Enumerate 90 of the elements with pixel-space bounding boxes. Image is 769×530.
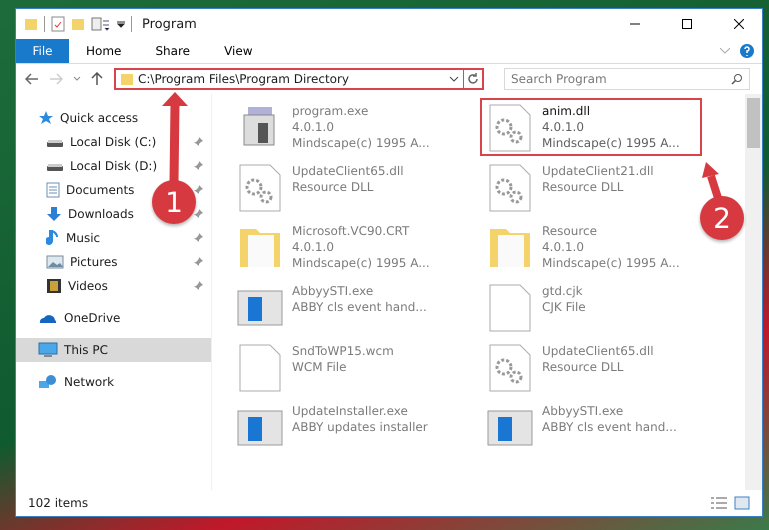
file-detail: Mindscape(c) 1995 A... <box>542 135 680 151</box>
file-name: Resource <box>542 223 598 239</box>
item-count: 102 items <box>28 496 90 510</box>
file-detail: Mindscape(c) 1995 A... <box>292 255 430 271</box>
nav-item[interactable]: Local Disk (D:) <box>16 154 162 178</box>
music-note-icon <box>46 230 60 246</box>
file-name: UpdateInstaller.exe <box>292 403 409 419</box>
file-name: AbbyySTI.exe <box>542 403 624 419</box>
maximize-icon[interactable] <box>682 19 692 29</box>
file-tab[interactable]: File <box>16 39 69 63</box>
nav-item[interactable]: Local Disk (C:) <box>16 130 160 154</box>
ribbon-tab[interactable]: Share <box>138 39 208 63</box>
up-arrow-icon[interactable] <box>91 72 103 86</box>
file-name: Microsoft.VC90.CRT <box>292 223 410 239</box>
file-detail: Resource DLL <box>542 179 624 195</box>
file-detail: 4.0.1.0 <box>542 119 585 135</box>
file-name: UpdateClient65.dll <box>542 343 654 359</box>
file-tile[interactable]: program.exe 4.0.1.0 Mindscape(c) 1995 A... <box>230 98 452 156</box>
file-tile[interactable]: UpdateClient21.dll Resource DLL <box>480 158 702 216</box>
help-icon[interactable] <box>740 44 754 58</box>
pointer-arrow <box>702 162 722 200</box>
file-detail: ABBY updates installer <box>292 419 428 435</box>
file-name: UpdateClient21.dll <box>542 163 654 179</box>
pin-icon[interactable] <box>193 161 203 171</box>
picture-icon <box>46 255 64 269</box>
file-name: gtd.cjk <box>542 283 584 299</box>
file-tile[interactable]: AbbyySTI.exe ABBY cls event hand... <box>480 398 702 456</box>
file-tile[interactable]: SndToWP15.wcm WCM File <box>230 338 452 396</box>
file-name: AbbyySTI.exe <box>292 283 374 299</box>
file-detail: 4.0.1.0 <box>292 119 335 135</box>
folder-icon <box>120 72 134 86</box>
file-detail: 4.0.1.0 <box>292 239 335 255</box>
nav-item[interactable]: This PC <box>16 338 211 362</box>
pin-icon[interactable] <box>193 185 203 195</box>
file-detail: Mindscape(c) 1995 A... <box>542 255 680 271</box>
nav-item[interactable]: Network <box>16 370 118 394</box>
nav-item[interactable]: Music <box>16 226 104 250</box>
star-icon <box>38 110 54 126</box>
nav-item[interactable]: Documents <box>16 178 138 202</box>
nav-item[interactable]: Pictures <box>16 250 122 274</box>
pin-icon[interactable] <box>193 209 203 219</box>
file-tile[interactable]: Resource 4.0.1.0 Mindscape(c) 1995 A... <box>480 218 702 276</box>
file-detail: 4.0.1.0 <box>542 239 585 255</box>
file-tile[interactable]: Microsoft.VC90.CRT 4.0.1.0 Mindscape(c) 1995 A... <box>230 218 452 276</box>
nav-item[interactable]: Downloads <box>16 202 138 226</box>
file-detail: Resource DLL <box>292 179 374 195</box>
file-tile[interactable]: UpdateInstaller.exe ABBY updates installer <box>230 398 452 456</box>
file-tile[interactable]: UpdateClient65.dll Resource DLL <box>480 338 702 396</box>
monitor-icon <box>38 342 58 358</box>
dropdown-icon[interactable] <box>117 20 125 28</box>
address-bar[interactable]: C:\Program Files\Program Directory <box>114 68 484 90</box>
file-tile[interactable]: gtd.cjk CJK File <box>480 278 702 336</box>
nav-item[interactable]: OneDrive <box>16 306 124 330</box>
back-arrow-icon[interactable] <box>25 73 39 85</box>
window-title: Program <box>142 16 198 32</box>
search-icon[interactable] <box>731 73 743 85</box>
file-detail: ABBY cls event hand... <box>292 299 427 315</box>
file-name: SndToWP15.wcm <box>292 343 394 359</box>
file-tile[interactable]: UpdateClient65.dll Resource DLL <box>230 158 452 216</box>
view-options-icon[interactable] <box>91 17 111 31</box>
file-tile[interactable]: AbbyySTI.exe ABBY cls event hand... <box>230 278 452 336</box>
details-view-icon[interactable] <box>710 496 728 510</box>
file-detail: CJK File <box>542 299 586 315</box>
large-icons-view-icon[interactable] <box>734 496 750 510</box>
document-icon <box>46 182 60 198</box>
file-tile[interactable]: anim.dll 4.0.1.0 Mindscape(c) 1995 A... <box>480 98 702 156</box>
search-field[interactable]: Search Program <box>504 68 750 90</box>
close-icon[interactable] <box>734 19 744 29</box>
file-detail: Mindscape(c) 1995 A... <box>292 135 430 151</box>
file-name: program.exe <box>292 103 370 119</box>
ribbon-tab[interactable]: Home <box>69 39 138 63</box>
file-name: anim.dll <box>542 103 592 119</box>
nav-item[interactable]: Videos <box>16 274 112 298</box>
file-detail: Resource DLL <box>542 359 624 375</box>
pin-icon[interactable] <box>193 281 203 291</box>
nav-item[interactable]: Quick access <box>16 106 142 130</box>
properties-icon[interactable] <box>51 16 65 32</box>
folder-icon <box>24 17 38 31</box>
file-name: UpdateClient65.dll <box>292 163 404 179</box>
scrollbar[interactable] <box>745 94 762 490</box>
caret-icon[interactable] <box>449 76 459 82</box>
film-icon <box>46 278 62 294</box>
pin-icon[interactable] <box>193 233 203 243</box>
ribbon-tab[interactable]: View <box>207 39 270 63</box>
pin-icon[interactable] <box>193 257 203 267</box>
file-detail: WCM File <box>292 359 348 375</box>
download-arrow-icon <box>46 206 62 222</box>
file-detail: ABBY cls event hand... <box>542 419 677 435</box>
pin-icon[interactable] <box>193 137 203 147</box>
network-icon <box>38 374 58 390</box>
